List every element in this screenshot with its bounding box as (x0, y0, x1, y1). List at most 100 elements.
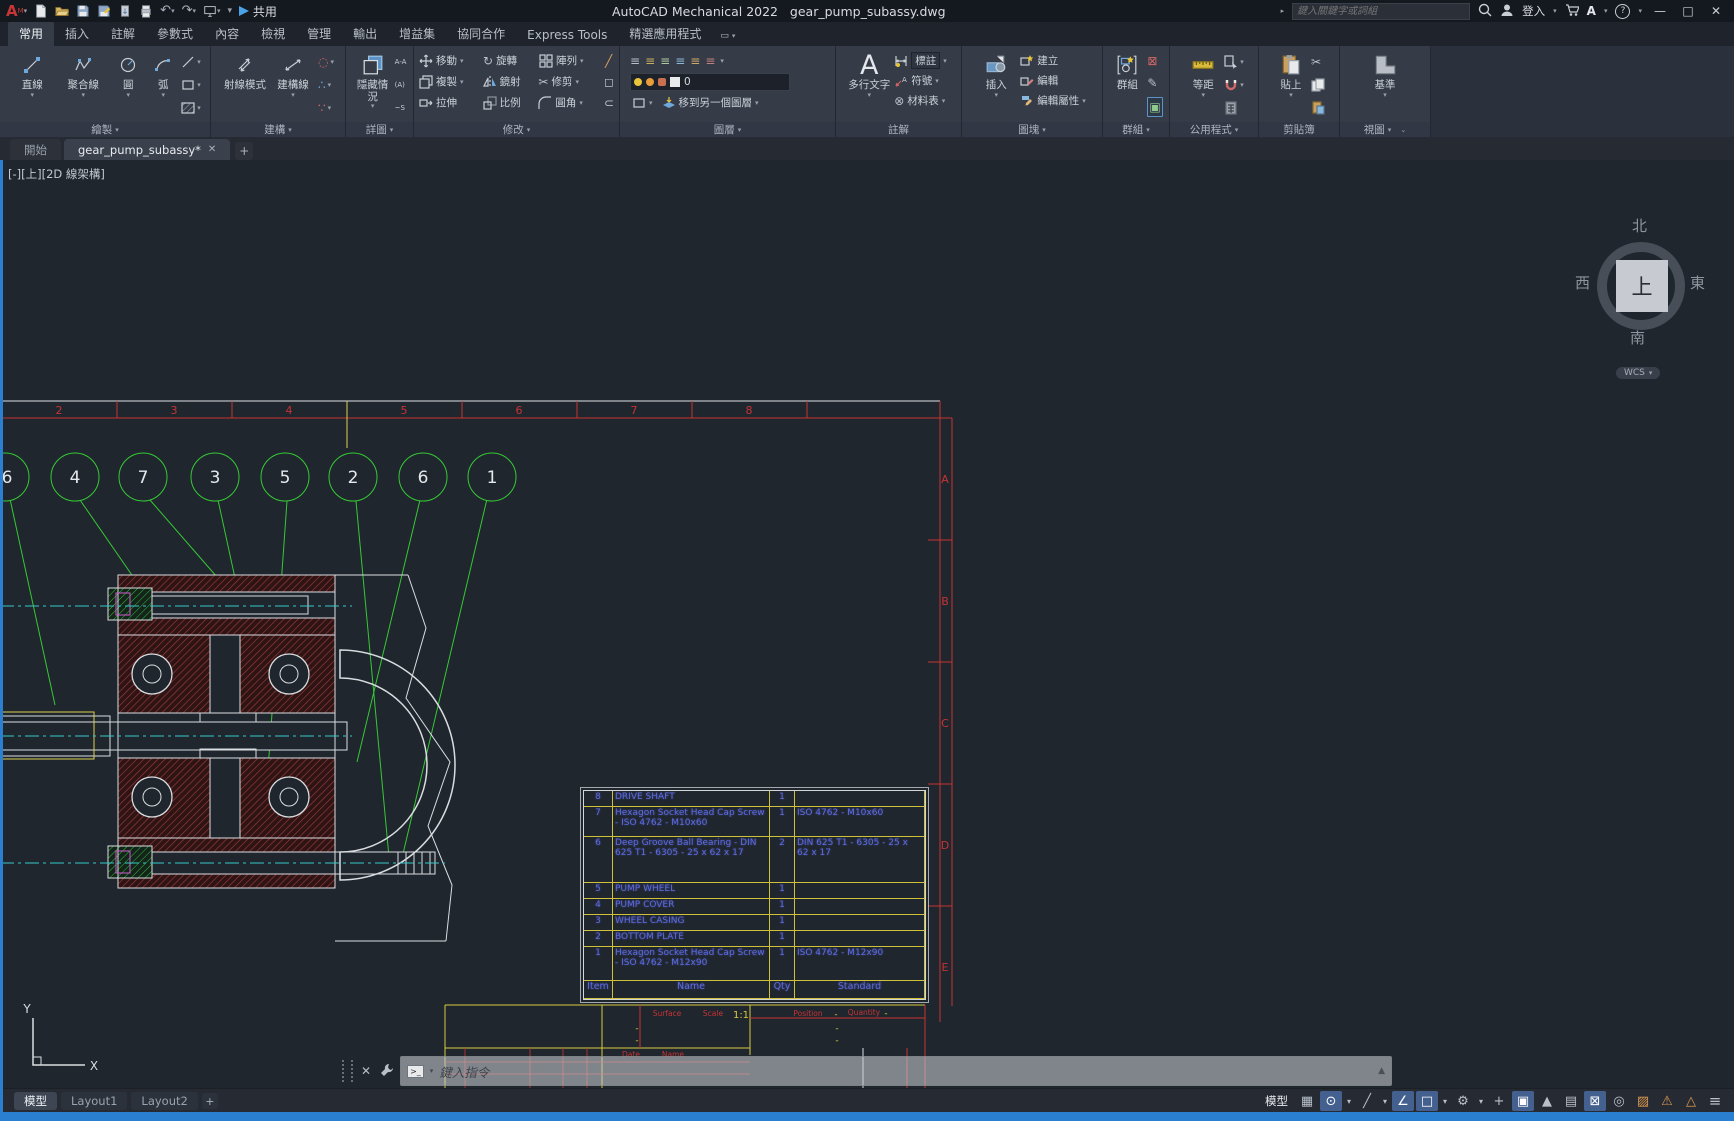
balloon[interactable]: 7 (119, 453, 167, 501)
ribbon-tab-overflow-icon[interactable]: ▭▾ (712, 26, 743, 46)
isodraft-caret-icon[interactable]: ▾ (1380, 1091, 1390, 1111)
annotation-scale-icon[interactable]: ▤ (1560, 1091, 1582, 1111)
ribbon-tab-annotate[interactable]: 註解 (100, 21, 146, 46)
ribbon-tab-featured[interactable]: 精選應用程式 (618, 21, 712, 46)
app-caret-icon[interactable]: ▾ (1604, 8, 1608, 14)
offset-icon[interactable]: ⊂ (602, 93, 616, 112)
scale-button[interactable]: 比例 (481, 93, 537, 112)
viewport-controls[interactable]: [-][上][2D 線架構] (8, 166, 105, 182)
mini-line-icon[interactable]: ▾ (181, 53, 201, 71)
copy-clip-icon[interactable] (1311, 76, 1325, 94)
magnet-snap-icon[interactable]: ▾ (1224, 76, 1244, 94)
viewcube[interactable]: 上 北 南 西 東 WCS▾ (1578, 215, 1710, 395)
help-icon[interactable]: ? (1615, 4, 1630, 19)
signin-label[interactable]: 登入 (1522, 3, 1545, 19)
model-tab[interactable]: 模型 (14, 1092, 57, 1110)
grid-icon[interactable]: ▦ (1296, 1091, 1318, 1111)
detail-view-icon[interactable]: (A) (395, 76, 407, 94)
layer-lock-icon[interactable]: ≡ (690, 55, 700, 67)
save-as-icon[interactable] (97, 4, 111, 18)
calculator-icon[interactable] (1224, 99, 1244, 117)
quick-select-icon[interactable]: ▾ (1224, 53, 1244, 71)
new-layout-icon[interactable]: + (202, 1093, 218, 1109)
selection-cycling-icon[interactable]: □ (1416, 1091, 1438, 1111)
ribbon-tab-manage[interactable]: 管理 (296, 21, 342, 46)
ribbon-tab-home[interactable]: 常用 (8, 21, 54, 46)
revolve-point-icon[interactable]: ◌▾ (318, 53, 334, 71)
layer-isolate-icon[interactable]: ≡ (660, 55, 670, 67)
user-icon[interactable] (1500, 3, 1514, 20)
lock-ui-icon[interactable]: ⊠ (1584, 1091, 1606, 1111)
balloon[interactable]: 6 (399, 453, 447, 501)
command-history-caret-icon[interactable]: ▾ (430, 1068, 434, 1074)
model-space-label[interactable]: 模型 (1265, 1093, 1288, 1109)
command-expand-icon[interactable]: ▲ (1378, 1066, 1385, 1076)
drawing-canvas[interactable]: [-][上][2D 線架構] (0, 160, 1734, 1088)
autocad-logo-icon[interactable]: AM▾ (6, 4, 27, 19)
line-button[interactable]: 直線▾ (9, 48, 55, 121)
maximize-button[interactable]: □ (1678, 4, 1698, 18)
ribbon-tab-output[interactable]: 輸出 (342, 21, 388, 46)
erase-icon[interactable]: ╱ (603, 51, 614, 70)
publish-icon[interactable] (118, 4, 132, 18)
dimension-button[interactable]: 標註▾ (892, 51, 949, 70)
parts-list-table[interactable]: 8 DRIVE SHAFT 1 7 Hexagon Socket Head Ca… (583, 790, 926, 1000)
group-panel-label[interactable]: 群組▾ (1103, 122, 1169, 137)
group-selectable-icon[interactable]: ▣ (1147, 97, 1162, 117)
block-edit-button[interactable]: 編輯 (1018, 71, 1088, 90)
clipboard-panel-label[interactable]: 剪貼簿 (1259, 122, 1339, 137)
close-button[interactable]: ✕ (1706, 4, 1726, 18)
save-icon[interactable] (76, 4, 90, 18)
balloon[interactable]: 3 (191, 453, 239, 501)
edit-attributes-button[interactable]: 編輯屬性▾ (1018, 91, 1088, 110)
search-history-icon[interactable]: ▸ (1281, 8, 1285, 14)
point-style-icon[interactable]: ∴▾ (318, 76, 334, 94)
cart-icon[interactable] (1565, 3, 1579, 20)
autoscale-icon[interactable]: ▲ (1536, 1091, 1558, 1111)
ucs-icon[interactable]: Y X (22, 1002, 98, 1073)
block-panel-label[interactable]: 圖塊▾ (962, 122, 1102, 137)
ribbon-tab-view[interactable]: 檢視 (250, 21, 296, 46)
new-file-icon[interactable] (34, 4, 48, 18)
viewcube-north[interactable]: 北 (1632, 215, 1647, 236)
share-button[interactable]: 共用 (239, 3, 277, 20)
annotation-visibility-icon[interactable]: ▣ (1512, 1091, 1534, 1111)
command-placeholder[interactable]: 鍵入指令 (439, 1062, 489, 1081)
layer-properties-icon[interactable]: ≡ (630, 55, 640, 67)
balloon[interactable]: 5 (261, 453, 309, 501)
pump-section-view[interactable] (0, 575, 455, 941)
command-input-bar[interactable]: >_ ▾ 鍵入指令 ▲ (400, 1056, 1392, 1086)
layer-states-icon[interactable]: ≡ (645, 55, 655, 67)
array-button[interactable]: 陣列▾ (537, 51, 603, 70)
ribbon-tab-express[interactable]: Express Tools (516, 24, 618, 46)
move-to-layer-button[interactable]: 移到另一個圖層▾ (660, 93, 761, 112)
hardware-acceleration-icon[interactable]: ▨ (1632, 1091, 1654, 1111)
layout2-tab[interactable]: Layout2 (131, 1092, 197, 1110)
quick-menu-icon[interactable]: ≡ (1704, 1091, 1726, 1111)
section-view-icon[interactable]: A-A (395, 53, 407, 71)
balloon[interactable]: 2 (329, 453, 377, 501)
sketch-icon[interactable]: ~S (395, 99, 407, 117)
polar-caret-icon[interactable]: ▾ (1344, 1091, 1354, 1111)
help-caret-icon[interactable]: ▾ (1638, 8, 1642, 14)
utilities-panel-label[interactable]: 公用程式▾ (1170, 122, 1258, 137)
group-edit-icon[interactable]: ✎ (1147, 74, 1162, 92)
fillet-button[interactable]: 圓角▾ (536, 93, 602, 112)
ribbon-tab-parametric[interactable]: 參數式 (146, 21, 204, 46)
construct-panel-label[interactable]: 建構▾ (211, 122, 345, 137)
new-tab-icon[interactable]: + (235, 142, 253, 160)
view-panel-label[interactable]: 視圖▾⌄ (1340, 122, 1430, 137)
bom-button[interactable]: ⊗材料表▾ (892, 91, 949, 110)
remove-points-icon[interactable]: ∵▾ (318, 99, 334, 117)
hidden-situation-button[interactable]: 隱藏情況▾ (353, 48, 393, 121)
osnap-icon[interactable]: ∠ (1392, 1091, 1414, 1111)
file-tab-drawing[interactable]: gear_pump_subassy*✕ (64, 139, 230, 160)
isodraft-icon[interactable]: ╱ (1356, 1091, 1378, 1111)
rotate-button[interactable]: ↻旋轉 (481, 51, 537, 70)
ungroup-icon[interactable]: ⊠ (1147, 52, 1162, 70)
command-drag-handle-icon[interactable] (342, 1060, 353, 1082)
mtext-button[interactable]: A 多行文字▾ (848, 48, 890, 121)
command-line[interactable]: ✕ >_ ▾ 鍵入指令 ▲ (342, 1056, 1392, 1086)
close-tab-icon[interactable]: ✕ (208, 144, 216, 155)
arc-button[interactable]: 弧▾ (147, 48, 179, 121)
